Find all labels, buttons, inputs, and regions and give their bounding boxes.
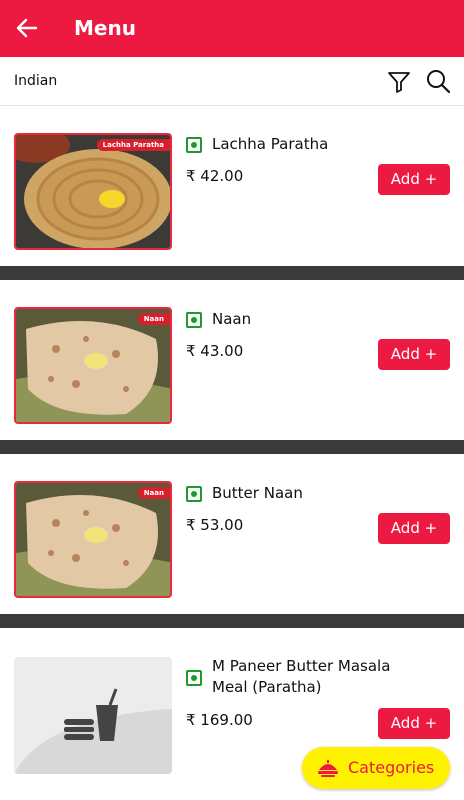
item-image[interactable]: Naan (14, 307, 172, 424)
add-button[interactable]: Add + (378, 164, 450, 195)
divider (0, 266, 464, 280)
search-icon[interactable] (425, 68, 451, 94)
menu-item: Naan Butter Naan ₹ 53.00 Add + (0, 454, 464, 614)
naan-photo (16, 309, 170, 422)
page-title: Menu (74, 16, 136, 40)
item-price: ₹ 43.00 (186, 342, 244, 360)
item-image[interactable]: Naan (14, 481, 172, 598)
item-image-placeholder[interactable] (14, 657, 172, 774)
item-image[interactable]: Lachha Paratha (14, 133, 172, 250)
categories-label: Categories (348, 758, 435, 777)
divider (0, 614, 464, 628)
category-label: Indian (14, 73, 58, 89)
image-tag: Naan (137, 313, 170, 325)
paratha-photo (16, 135, 170, 248)
veg-indicator-icon (186, 670, 202, 686)
menu-item: Naan Naan ₹ 43.00 Add + (0, 280, 464, 440)
food-tray-icon (318, 760, 338, 777)
item-price: ₹ 53.00 (186, 516, 244, 534)
category-bar: Indian (0, 57, 464, 106)
item-price: ₹ 42.00 (186, 167, 244, 185)
app-bar: Menu (0, 0, 464, 57)
veg-indicator-icon (186, 312, 202, 328)
item-name: Naan (212, 310, 252, 328)
divider (0, 440, 464, 454)
arrow-left-icon[interactable] (14, 14, 40, 42)
food-placeholder-icon (14, 688, 172, 774)
image-tag: Lachha Paratha (96, 139, 170, 151)
add-button[interactable]: Add + (378, 513, 450, 544)
categories-button[interactable]: Categories (302, 747, 450, 789)
image-tag: Naan (137, 487, 170, 499)
menu-item: Lachha Paratha Lachha Paratha ₹ 42.00 Ad… (0, 107, 464, 266)
add-button[interactable]: Add + (378, 339, 450, 370)
filter-icon[interactable] (386, 69, 412, 95)
item-price: ₹ 169.00 (186, 711, 253, 729)
veg-indicator-icon (186, 486, 202, 502)
item-name: M Paneer Butter Masala Meal (Paratha) (212, 657, 391, 696)
item-name: Lachha Paratha (212, 135, 329, 153)
add-button[interactable]: Add + (378, 708, 450, 739)
item-name: Butter Naan (212, 484, 303, 502)
veg-indicator-icon (186, 137, 202, 153)
naan-photo (16, 483, 170, 596)
